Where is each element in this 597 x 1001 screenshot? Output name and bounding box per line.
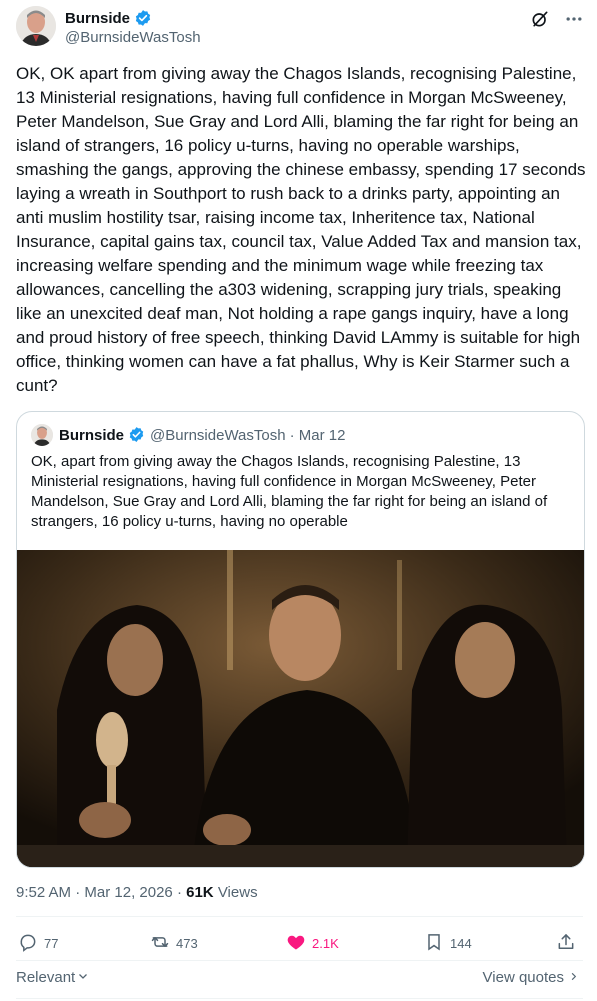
share-icon <box>556 932 576 955</box>
grok-icon[interactable] <box>529 8 551 30</box>
heart-icon <box>286 932 306 955</box>
like-count: 2.1K <box>312 936 339 951</box>
repost-icon <box>150 932 170 955</box>
action-bar: 77 473 2.1K 144 <box>16 932 583 962</box>
views-label: Views <box>217 884 258 901</box>
meta-separator: · <box>75 884 81 901</box>
quoted-verified-badge-icon <box>128 426 146 444</box>
quoted-author-handle: @BurnsideWasTosh <box>150 426 286 444</box>
view-quotes-link[interactable]: View quotes <box>483 969 579 986</box>
verified-badge-icon <box>134 9 152 27</box>
repost-count: 473 <box>176 936 198 951</box>
reply-button[interactable]: 77 <box>18 932 58 955</box>
author-name-row[interactable]: Burnside <box>65 9 152 27</box>
quoted-media-image[interactable] <box>17 550 584 867</box>
quoted-author-name: Burnside <box>59 426 125 444</box>
bookmark-icon <box>424 932 444 955</box>
sort-relevant-dropdown[interactable]: Relevant <box>16 969 89 986</box>
quoted-date: · Mar 12 <box>289 426 346 444</box>
chevron-down-icon <box>77 969 89 986</box>
repost-button[interactable]: 473 <box>150 932 198 955</box>
reply-icon <box>18 932 38 955</box>
tweet-time[interactable]: 9:52 AM <box>16 884 71 901</box>
more-icon[interactable] <box>563 8 585 30</box>
top-actions <box>529 8 585 30</box>
relevant-label: Relevant <box>16 969 76 986</box>
meta-separator: · <box>176 884 182 901</box>
views-count: 61K <box>186 884 214 901</box>
view-quotes-label: View quotes <box>482 969 564 986</box>
author-handle[interactable]: @BurnsideWasTosh <box>65 29 201 46</box>
divider <box>16 998 583 999</box>
quoted-text: OK, apart from giving away the Chagos Is… <box>31 453 548 530</box>
reply-count: 77 <box>44 936 59 951</box>
chevron-right-icon <box>568 969 579 986</box>
quoted-author-row: Burnside @BurnsideWasTosh · Mar 12 <box>59 426 345 444</box>
divider <box>16 960 583 961</box>
bookmark-count: 144 <box>450 936 472 951</box>
share-button[interactable] <box>556 932 576 955</box>
divider <box>16 916 583 917</box>
author-name[interactable]: Burnside <box>65 10 130 27</box>
bookmark-button[interactable]: 144 <box>424 932 472 955</box>
avatar[interactable] <box>16 6 56 46</box>
tweet-detail: Burnside @BurnsideWasTosh OK, OK apart f… <box>0 0 597 1001</box>
quoted-avatar <box>31 424 53 446</box>
tweet-text: OK, OK apart from giving away the Chagos… <box>16 64 586 395</box>
quoted-tweet[interactable]: Burnside @BurnsideWasTosh · Mar 12 OK, a… <box>16 411 585 868</box>
tweet-date[interactable]: Mar 12, 2026 <box>84 884 172 901</box>
tweet-meta: 9:52 AM · Mar 12, 2026 · 61K Views <box>16 884 258 901</box>
like-button[interactable]: 2.1K <box>286 932 339 955</box>
